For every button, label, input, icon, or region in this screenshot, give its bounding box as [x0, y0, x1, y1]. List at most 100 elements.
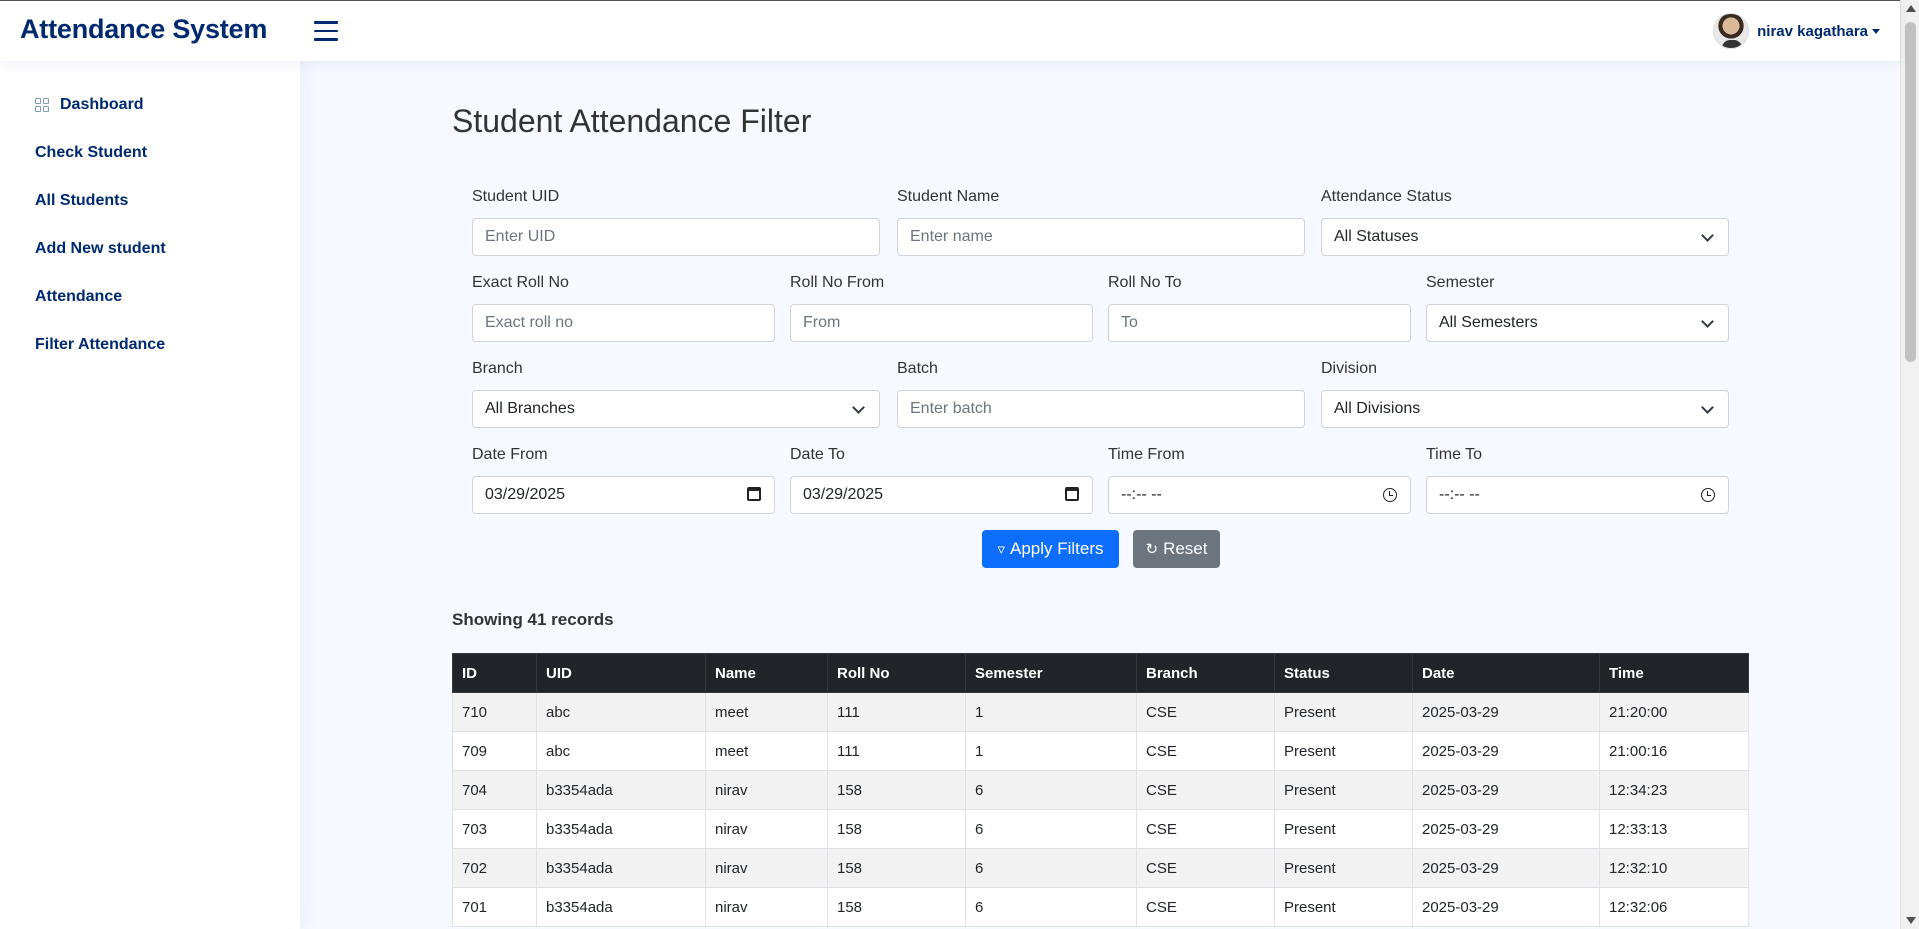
attendance-status-select[interactable]: All Statuses [1321, 218, 1729, 256]
table-cell: Present [1274, 848, 1413, 888]
roll-from-input[interactable]: From [790, 304, 1093, 342]
table-cell: Present [1274, 692, 1413, 732]
column-header: ID [452, 653, 537, 693]
table-cell: Present [1274, 731, 1413, 771]
sidebar-item-add-new-student[interactable]: Add New student [0, 225, 300, 273]
sidebar-item-attendance[interactable]: Attendance [0, 273, 300, 321]
apply-filters-button[interactable]: ▿ Apply Filters [982, 530, 1119, 568]
table-cell: 12:34:23 [1599, 770, 1749, 810]
table-cell: abc [536, 692, 706, 732]
table-cell: 111 [827, 731, 966, 771]
column-header: UID [536, 653, 706, 693]
table-row: 702 b3354ada nirav 158 6 CSE Present 2025-03-29… [452, 848, 1749, 888]
clock-icon[interactable] [1701, 488, 1715, 502]
table-cell: 158 [827, 809, 966, 849]
division-label: Division [1321, 360, 1378, 377]
division-select[interactable]: All Divisions [1321, 390, 1729, 428]
date-to-input[interactable]: 03/29/2025 [790, 476, 1093, 514]
table-cell: nirav [705, 770, 828, 810]
exact-roll-input[interactable]: Exact roll no [472, 304, 775, 342]
uid-label: Student UID [472, 188, 560, 205]
branch-select[interactable]: All Branches [472, 390, 880, 428]
clock-icon[interactable] [1383, 488, 1397, 502]
table-cell: 2025-03-29 [1412, 848, 1600, 888]
time-to-input[interactable]: --:-- -- [1426, 476, 1729, 514]
table-cell: 709 [452, 731, 537, 771]
column-header: Status [1274, 653, 1413, 693]
semester-select[interactable]: All Semesters [1426, 304, 1729, 342]
sidebar-item-check-student[interactable]: Check Student [0, 129, 300, 177]
time-from-label: Time From [1108, 446, 1185, 463]
uid-input[interactable]: Enter UID [472, 218, 880, 256]
table-cell: 1 [965, 692, 1137, 732]
table-cell: 111 [827, 692, 966, 732]
table-row: 703 b3354ada nirav 158 6 CSE Present 2025-03-29… [452, 809, 1749, 849]
sidebar-item-label: All Students [35, 192, 129, 209]
chevron-down-icon [1701, 315, 1714, 328]
table-cell: b3354ada [536, 809, 706, 849]
table-cell: 12:32:10 [1599, 848, 1749, 888]
table-cell: Present [1274, 887, 1413, 927]
table-cell: 21:20:00 [1599, 692, 1749, 732]
table-cell: b3354ada [536, 848, 706, 888]
table-cell: meet [705, 731, 828, 771]
attendance-status-label: Attendance Status [1321, 188, 1452, 205]
table-cell: 6 [965, 770, 1137, 810]
sidebar-item-all-students[interactable]: All Students [0, 177, 300, 225]
column-header: Date [1412, 653, 1600, 693]
sidebar-item-label: Check Student [35, 144, 148, 161]
calendar-icon[interactable] [1065, 487, 1079, 501]
reset-label: Reset [1163, 539, 1208, 558]
brand-logo[interactable]: Attendance System [20, 14, 267, 45]
reset-icon: ↻ [1145, 541, 1159, 558]
table-row: 710 abc meet 111 1 CSE Present 2025-03-29 21:20:… [452, 692, 1749, 732]
table-cell: 158 [827, 848, 966, 888]
column-header: Roll No [827, 653, 966, 693]
table-cell: b3354ada [536, 887, 706, 927]
calendar-icon[interactable] [747, 487, 761, 501]
reset-button[interactable]: ↻ Reset [1133, 530, 1220, 568]
records-count: Showing 41 records [452, 610, 614, 629]
table-header-row: ID UID Name Roll No Semester Branch Stat… [452, 653, 1749, 693]
column-header: Name [705, 653, 828, 693]
user-menu[interactable]: nirav kagathara [1713, 13, 1880, 49]
table-cell: Present [1274, 809, 1413, 849]
sidebar: Dashboard Check Student All Students Add… [0, 61, 300, 929]
column-header: Time [1599, 653, 1749, 693]
table-cell: abc [536, 731, 706, 771]
table-cell: CSE [1136, 887, 1275, 927]
roll-from-label: Roll No From [790, 274, 885, 291]
table-row: 701 b3354ada nirav 158 6 CSE Present 2025-03-29… [452, 887, 1749, 927]
table-cell: 6 [965, 887, 1137, 927]
roll-to-input[interactable]: To [1108, 304, 1411, 342]
batch-input[interactable]: Enter batch [897, 390, 1305, 428]
scroll-up-icon[interactable] [1906, 5, 1916, 12]
table-cell: 710 [452, 692, 537, 732]
table-cell: 12:32:06 [1599, 887, 1749, 927]
roll-to-label: Roll No To [1108, 274, 1182, 291]
sidebar-item-filter-attendance[interactable]: Filter Attendance [0, 321, 300, 369]
date-from-input[interactable]: 03/29/2025 [472, 476, 775, 514]
sidebar-item-label: Add New student [35, 240, 166, 257]
page-scrollbar[interactable] [1900, 0, 1919, 929]
scroll-down-icon[interactable] [1906, 917, 1916, 924]
time-to-label: Time To [1426, 446, 1483, 463]
sidebar-item-dashboard[interactable]: Dashboard [0, 81, 300, 129]
chevron-down-icon [1701, 229, 1714, 242]
table-row: 704 b3354ada nirav 158 6 CSE Present 2025-03-29… [452, 770, 1749, 810]
table-cell: CSE [1136, 809, 1275, 849]
student-name-input[interactable]: Enter name [897, 218, 1305, 256]
time-from-input[interactable]: --:-- -- [1108, 476, 1411, 514]
column-header: Semester [965, 653, 1137, 693]
scroll-thumb[interactable] [1905, 22, 1916, 362]
apply-filters-label: Apply Filters [1010, 539, 1104, 558]
menu-toggle-icon[interactable] [314, 21, 338, 41]
table-cell: 21:00:16 [1599, 731, 1749, 771]
table-cell: nirav [705, 887, 828, 927]
table-cell: CSE [1136, 731, 1275, 771]
sidebar-item-label: Attendance [35, 288, 123, 305]
table-cell: b3354ada [536, 770, 706, 810]
table-cell: meet [705, 692, 828, 732]
table-cell: 1 [965, 731, 1137, 771]
date-from-value: 03/29/2025 [485, 486, 566, 503]
